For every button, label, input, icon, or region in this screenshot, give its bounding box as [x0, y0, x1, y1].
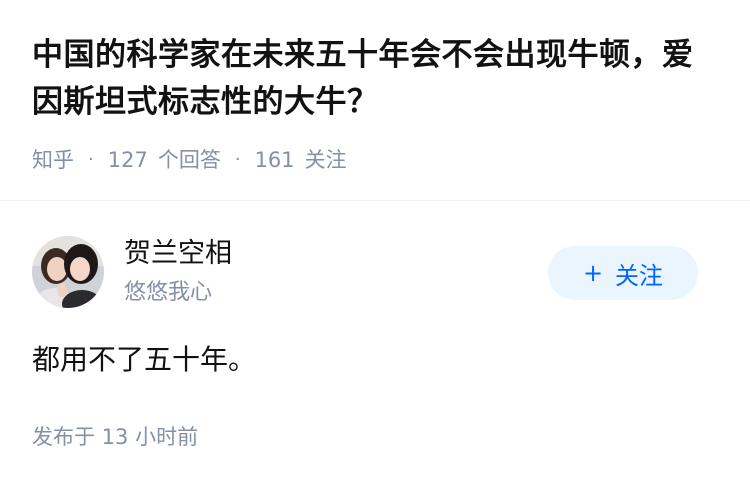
- meta-separator: ·: [88, 149, 94, 170]
- avatar-photo-icon: [32, 236, 104, 308]
- followers-label: 关注: [304, 148, 347, 172]
- avatar[interactable]: [32, 236, 104, 308]
- answers-count: 127: [107, 148, 148, 172]
- section-divider: [0, 200, 750, 201]
- question-title[interactable]: 中国的科学家在未来五十年会不会出现牛顿，爱因斯坦式标志性的大牛？: [32, 32, 722, 126]
- source-label[interactable]: 知乎: [32, 145, 74, 175]
- answer-content: 都用不了五十年。: [32, 343, 257, 376]
- author-name[interactable]: 贺兰空相: [124, 236, 232, 272]
- followers-count: 161: [254, 148, 295, 172]
- author-bio: 悠悠我心: [124, 280, 213, 305]
- meta-separator: ·: [234, 149, 241, 170]
- question-meta: 知乎 · 127 个回答 · 161 关注: [32, 145, 347, 175]
- answers-label[interactable]: 个回答: [158, 145, 221, 175]
- publish-time: 发布于 13 小时前: [32, 425, 199, 449]
- answer-page: 中国的科学家在未来五十年会不会出现牛顿，爱因斯坦式标志性的大牛？ 知乎 · 12…: [0, 0, 750, 490]
- follow-button[interactable]: + 关注: [548, 246, 698, 300]
- plus-icon: +: [582, 259, 604, 287]
- follow-button-label: 关注: [615, 261, 664, 290]
